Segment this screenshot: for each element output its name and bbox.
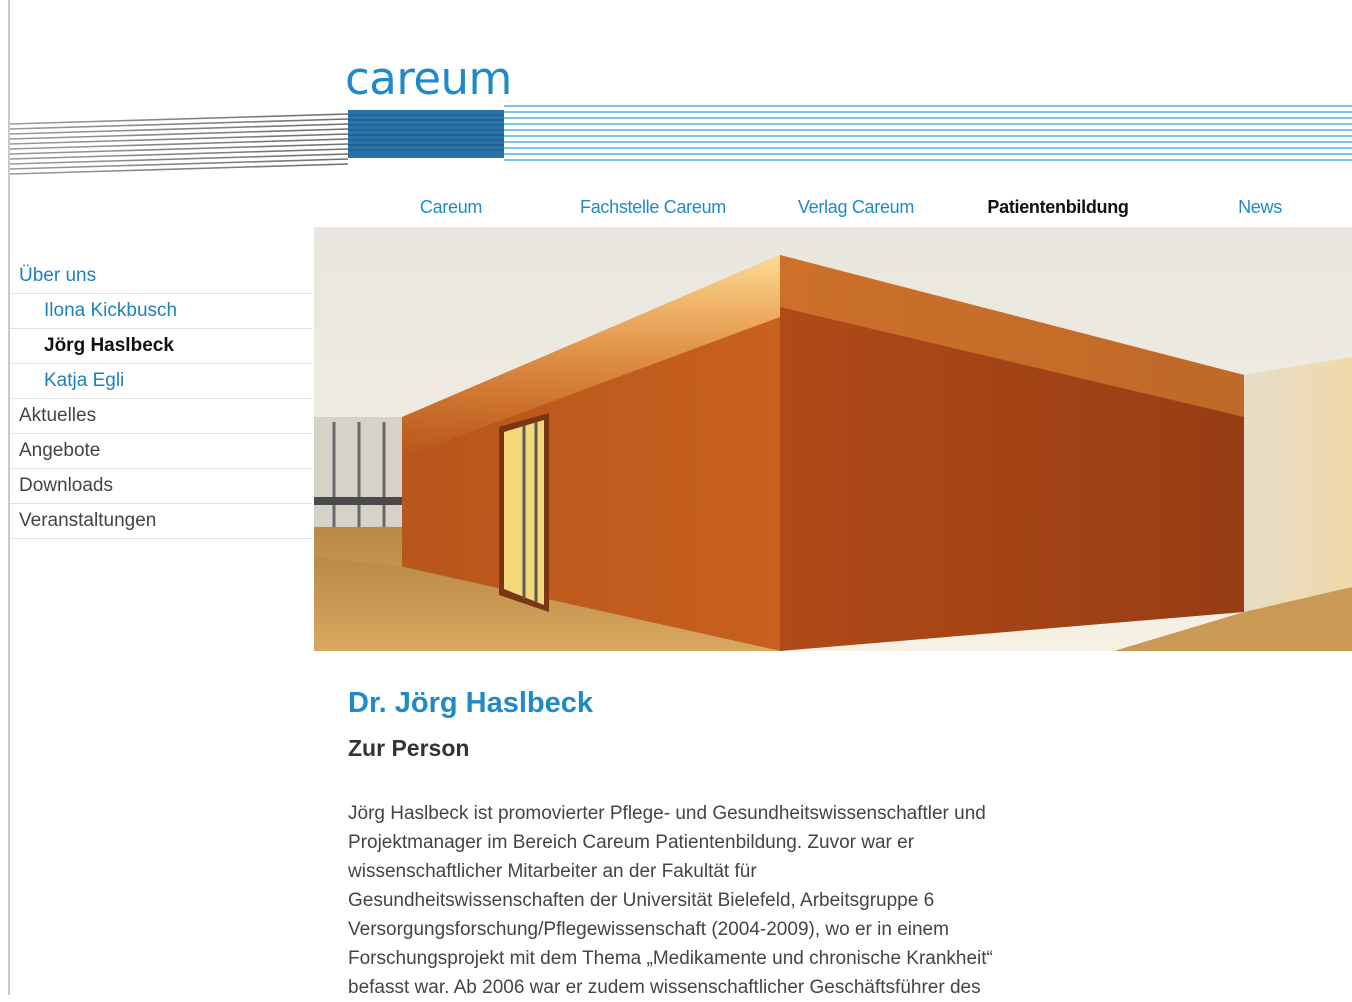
sidenav-joerg-haslbeck[interactable]: Jörg Haslbeck: [10, 329, 312, 364]
nav-careum[interactable]: Careum: [420, 195, 483, 219]
careum-logo[interactable]: careum: [345, 53, 512, 105]
blue-stripes: [504, 105, 1352, 161]
bio-line: wissenschaftlicher Mitarbeiter an der Fa…: [348, 861, 757, 882]
bio-text: Jörg Haslbeck ist promovierter Pflege- u…: [348, 799, 1038, 1002]
side-navigation: Über uns Ilona Kickbusch Jörg Haslbeck K…: [10, 259, 312, 539]
nav-news[interactable]: News: [1238, 195, 1282, 219]
sidenav-ueber-uns[interactable]: Über uns: [10, 259, 312, 294]
stripe-dark-block: [348, 110, 504, 158]
bio-line: befasst war. Ab 2006 war er zudem wissen…: [348, 977, 981, 998]
bio-line: Gesundheitswissenschaften der Universitä…: [348, 890, 935, 911]
nav-verlag-careum[interactable]: Verlag Careum: [798, 195, 914, 219]
header-stripe-band: [10, 100, 1352, 180]
section-heading: Zur Person: [348, 735, 470, 761]
top-navigation: Careum Fachstelle Careum Verlag Careum P…: [314, 195, 1352, 221]
sidenav-katja-egli[interactable]: Katja Egli: [10, 364, 312, 399]
page-title: Dr. Jörg Haslbeck: [348, 687, 593, 719]
sidenav-aktuelles[interactable]: Aktuelles: [10, 399, 312, 434]
sidenav-ilona-kickbusch[interactable]: Ilona Kickbusch: [10, 294, 312, 329]
sidenav-downloads[interactable]: Downloads: [10, 469, 312, 504]
bio-line: Projektmanager im Bereich Careum Patient…: [348, 832, 915, 853]
main-content: Dr. Jörg Haslbeck Zur Person Jörg Haslbe…: [348, 683, 1048, 1002]
sidenav-veranstaltungen[interactable]: Veranstaltungen: [10, 504, 312, 539]
nav-patientenbildung[interactable]: Patientenbildung: [987, 195, 1129, 219]
bio-line: Forschungsprojekt mit dem Thema „Medikam…: [348, 948, 993, 969]
nav-fachstelle-careum[interactable]: Fachstelle Careum: [580, 195, 726, 219]
bio-line: Versorgungsforschung/Pflegewissenschaft …: [348, 919, 949, 940]
bio-line: Jörg Haslbeck ist promovierter Pflege- u…: [348, 803, 986, 824]
hero-image-interior-wall: [314, 227, 1352, 651]
grey-stripes: [10, 113, 349, 175]
sidenav-angebote[interactable]: Angebote: [10, 434, 312, 469]
